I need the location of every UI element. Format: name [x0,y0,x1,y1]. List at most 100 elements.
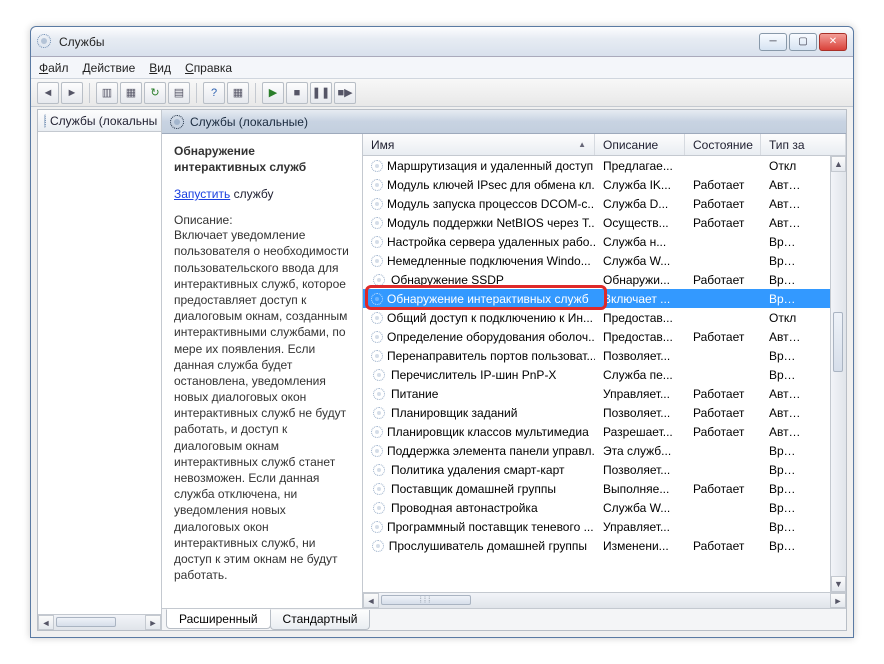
service-desc: Служба W... [595,501,685,515]
service-row[interactable]: Общий доступ к подключению к Ин...Предос… [363,308,846,327]
properties-button[interactable]: ▦ [120,82,142,104]
service-row[interactable]: Проводная автонастройкаСлужба W...Вручн [363,498,846,517]
service-row[interactable]: Поставщик домашней группыВыполняе...Рабо… [363,479,846,498]
col-type[interactable]: Тип за [761,134,846,155]
scroll-right-button[interactable]: ► [830,593,846,608]
scroll-left-button[interactable]: ◄ [38,615,54,630]
service-type: Откл [761,311,809,325]
show-hide-action-button[interactable]: ▦ [227,82,249,104]
service-row[interactable]: Немедленные подключения Windo...Служба W… [363,251,846,270]
service-row[interactable]: Определение оборудования оболоч...Предос… [363,327,846,346]
col-name[interactable]: Имя▲ [363,134,595,155]
service-desc: Осуществ... [595,216,685,230]
scroll-track[interactable]: ⁞⁞⁞ [379,593,830,608]
tab-standard[interactable]: Стандартный [270,610,371,630]
service-row[interactable]: Перенаправитель портов пользоват...Позво… [363,346,846,365]
forward-button[interactable]: ► [61,82,83,104]
service-row[interactable]: Планировщик классов мультимедиаРазрешает… [363,422,846,441]
content-header-label: Службы (локальные) [190,115,308,129]
service-desc: Предлагае... [595,159,685,173]
gear-icon [371,502,387,514]
titlebar[interactable]: Службы ─ ▢ ✕ [31,27,853,57]
service-name: Обнаружение SSDP [391,273,504,287]
service-desc: Предостав... [595,330,685,344]
pause-service-button[interactable]: ❚❚ [310,82,332,104]
gear-icon [371,217,383,229]
service-state: Работает [685,273,761,287]
service-row[interactable]: Настройка сервера удаленных рабо...Служб… [363,232,846,251]
scroll-right-button[interactable]: ► [145,615,161,630]
col-description[interactable]: Описание [595,134,685,155]
service-row[interactable]: Прослушиватель домашней группыИзменени..… [363,536,846,555]
help-button[interactable]: ? [203,82,225,104]
service-row[interactable]: Планировщик заданийПозволяет...РаботаетА… [363,403,846,422]
sort-asc-icon: ▲ [578,140,586,149]
gear-icon [371,312,383,324]
menu-view[interactable]: Вид [149,61,171,75]
close-button[interactable]: ✕ [819,33,847,51]
service-row[interactable]: Политика удаления смарт-картПозволяет...… [363,460,846,479]
service-row[interactable]: Перечислитель IP-шин PnP-XСлужба пе...Вр… [363,365,846,384]
service-type: Вручн [761,254,809,268]
service-type: Вручн [761,273,809,287]
restart-service-button[interactable]: ■▶ [334,82,356,104]
service-state: Работает [685,387,761,401]
start-link[interactable]: Запустить [174,187,230,201]
service-desc: Служба W... [595,254,685,268]
back-button[interactable]: ◄ [37,82,59,104]
toolbar-separator [255,83,256,103]
tab-extended[interactable]: Расширенный [166,609,271,629]
service-row[interactable]: Поддержка элемента панели управл...Эта с… [363,441,846,460]
scroll-left-button[interactable]: ◄ [363,593,379,608]
maximize-button[interactable]: ▢ [789,33,817,51]
show-hide-tree-button[interactable]: ▥ [96,82,118,104]
menu-help[interactable]: Справка [185,61,232,75]
services-list: Имя▲ Описание Состояние Тип за Маршрутиз… [362,134,846,608]
menu-action[interactable]: Действие [83,61,136,75]
export-list-button[interactable]: ▤ [168,82,190,104]
toolbar: ◄ ► ▥ ▦ ↻ ▤ ? ▦ ▶ ■ ❚❚ ■▶ [31,79,853,107]
start-service-button[interactable]: ▶ [262,82,284,104]
minimize-button[interactable]: ─ [759,33,787,51]
list-hscroll[interactable]: ◄ ⁞⁞⁞ ► [363,592,846,608]
tree-root[interactable]: Службы (локальны [38,110,161,132]
service-name: Перечислитель IP-шин PnP-X [391,368,556,382]
service-row[interactable]: Модуль ключей IPsec для обмена кл...Служ… [363,175,846,194]
service-type: Автом [761,406,809,420]
stop-service-button[interactable]: ■ [286,82,308,104]
service-name: Настройка сервера удаленных рабо... [387,235,595,249]
service-desc: Служба IK... [595,178,685,192]
scroll-track[interactable] [54,615,145,630]
service-row[interactable]: Маршрутизация и удаленный доступПредлага… [363,156,846,175]
gear-icon [371,426,383,438]
menu-file[interactable]: Файл [39,61,69,75]
tree-pane: Службы (локальны ◄ ► [38,110,162,630]
service-type: Вручн [761,349,809,363]
content-pane: Службы (локальные) Обнаружение интеракти… [162,110,846,630]
scroll-thumb[interactable] [833,312,843,372]
service-row[interactable]: ПитаниеУправляет...РаботаетАвтом [363,384,846,403]
tree-hscroll[interactable]: ◄ ► [38,614,161,630]
scroll-thumb[interactable] [56,617,116,627]
gear-icon [371,236,383,248]
service-row[interactable]: Обнаружение интерактивных службВключает … [363,289,846,308]
service-name: Общий доступ к подключению к Ин... [387,311,593,325]
service-desc: Служба пе... [595,368,685,382]
service-row[interactable]: Модуль поддержки NetBIOS через T...Осуще… [363,213,846,232]
scroll-thumb[interactable]: ⁞⁞⁞ [381,595,471,605]
service-row[interactable]: Обнаружение SSDPОбнаружи...РаботаетВручн [363,270,846,289]
service-row[interactable]: Программный поставщик теневого ...Управл… [363,517,846,536]
gear-icon [371,521,383,533]
services-window: Службы ─ ▢ ✕ Файл Действие Вид Справка ◄… [30,26,854,638]
scroll-up-button[interactable]: ▲ [831,156,846,172]
service-type: Автом [761,330,809,344]
scroll-down-button[interactable]: ▼ [831,576,846,592]
gear-icon [371,369,387,381]
refresh-button[interactable]: ↻ [144,82,166,104]
col-state[interactable]: Состояние [685,134,761,155]
service-state: Работает [685,539,761,553]
service-name: Проводная автонастройка [391,501,538,515]
scroll-track[interactable] [831,172,846,576]
service-row[interactable]: Модуль запуска процессов DCOM-с...Служба… [363,194,846,213]
list-vscroll[interactable]: ▲ ▼ [830,156,846,592]
